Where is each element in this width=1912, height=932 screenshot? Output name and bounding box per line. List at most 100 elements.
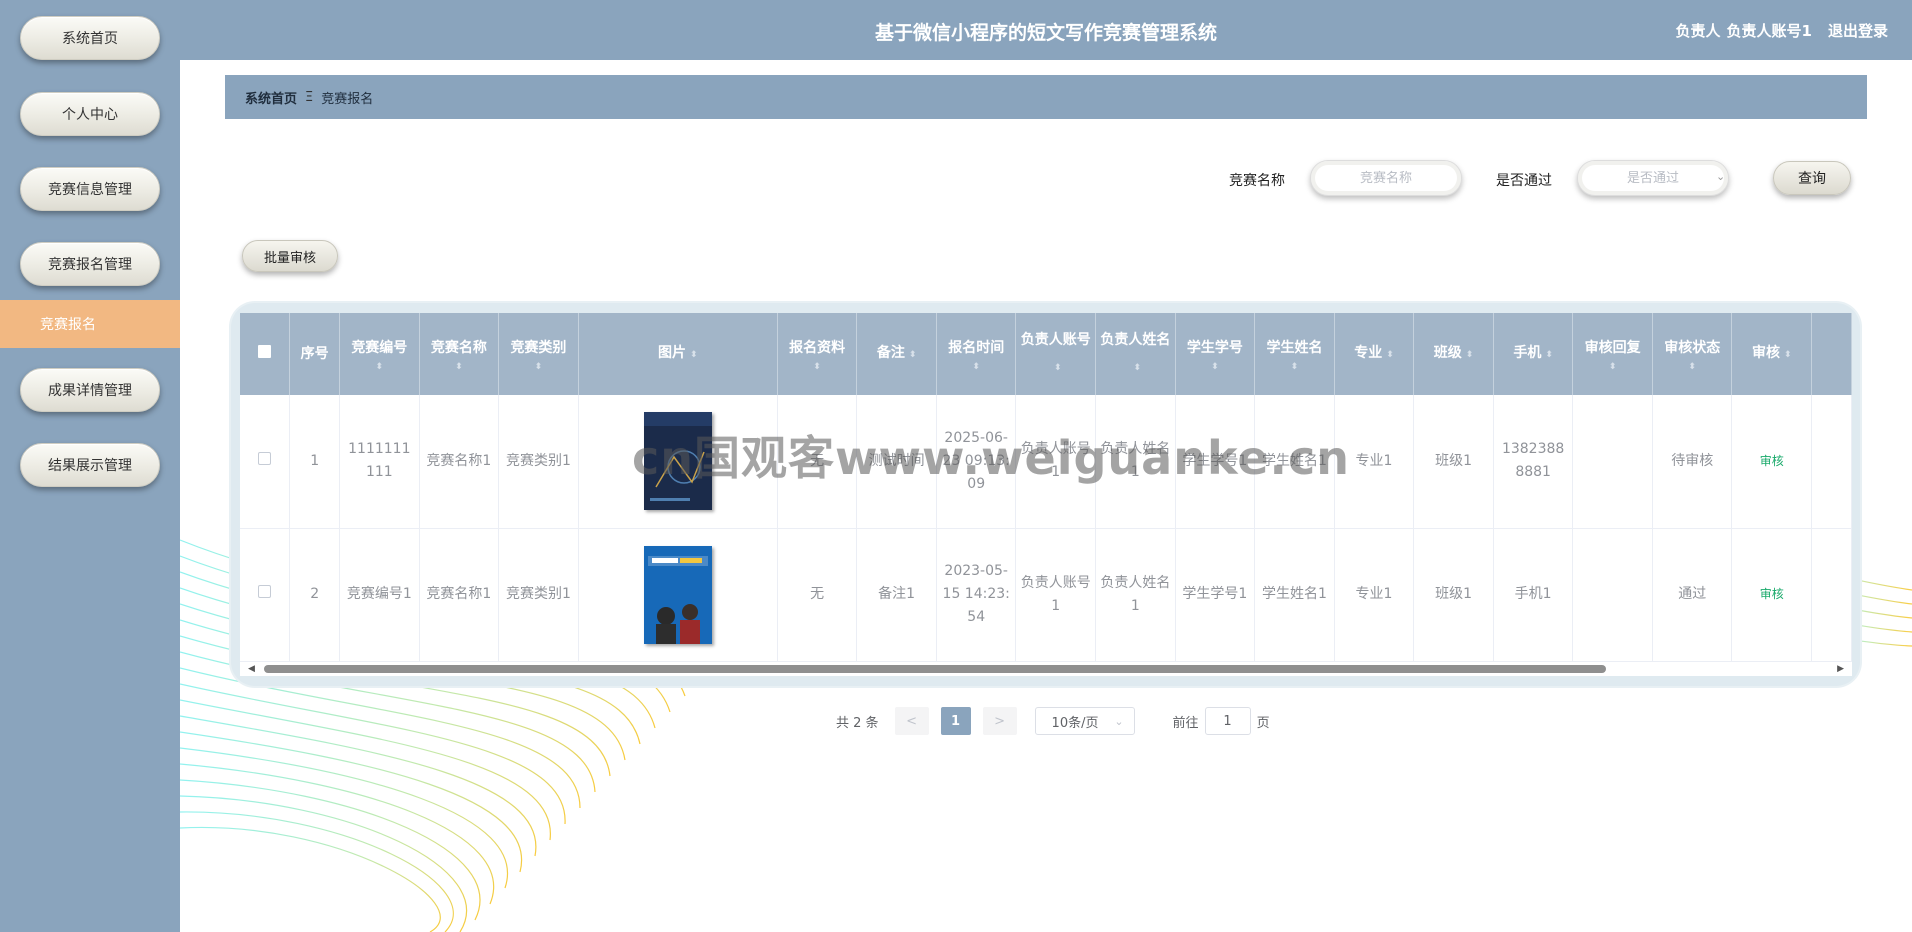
sidebar-item-home[interactable]: 系统首页 [20, 16, 160, 60]
sidebar-item-competition-registration[interactable]: 竞赛报名管理 [20, 242, 160, 286]
cell-audit: 审核 [1731, 395, 1813, 529]
pagination: 共 2 条 < 1 > 10条/页 ⌄ 前往 页 [836, 707, 1270, 735]
goto-page-input[interactable] [1204, 707, 1251, 735]
cell-index: 2 [289, 528, 341, 662]
header-audit[interactable]: 审核 ⬍ [1731, 313, 1813, 395]
header-image[interactable]: 图片 ⬍ [578, 313, 778, 395]
sidebar-item-competition-info[interactable]: 竞赛信息管理 [20, 167, 160, 211]
competition-name-input[interactable] [1310, 160, 1462, 196]
scroll-right-arrow-icon[interactable]: ▶ [1837, 662, 1844, 676]
select-all-checkbox[interactable] [258, 345, 272, 358]
registration-table-container: 序号 竞赛编号 ⬍ 竞赛名称 ⬍ 竞赛类别 ⬍ 图片 ⬍ 报名资料 ⬍ 备注 ⬍ 报名时间 ⬍… [240, 313, 1852, 663]
sort-icon[interactable]: ⬍ [340, 361, 419, 373]
sort-icon[interactable]: ⬍ [1386, 342, 1394, 368]
site-title: 基于微信小程序的短文写作竞赛管理系统 [874, 22, 1217, 44]
cell-major: 专业1 [1334, 528, 1415, 662]
sort-icon[interactable]: ⬍ [1653, 361, 1732, 373]
scrollbar-thumb[interactable] [264, 665, 1606, 673]
cell-student-id: 学生学号1 [1175, 395, 1256, 529]
header-manager-account[interactable]: 负责人账号 ⬍ [1015, 313, 1097, 395]
header-label: 班级 [1433, 345, 1462, 361]
cell-manager-account: 负责人账号1 [1015, 395, 1097, 529]
next-page-button[interactable]: > [982, 707, 1017, 735]
header-competition-category[interactable]: 竞赛类别 ⬍ [498, 313, 579, 395]
sort-icon[interactable]: ⬍ [1134, 355, 1142, 381]
header-student-name[interactable]: 学生姓名 ⬍ [1254, 313, 1335, 395]
sort-icon[interactable]: ⬍ [1545, 342, 1553, 368]
header-phone[interactable]: 手机 ⬍ [1493, 313, 1574, 395]
header-label: 备注 [876, 345, 905, 361]
sort-icon[interactable]: ⬍ [1573, 361, 1652, 373]
scroll-left-arrow-icon[interactable]: ◀ [248, 662, 255, 676]
sort-icon[interactable]: ⬍ [909, 342, 917, 368]
prev-page-button[interactable]: < [894, 707, 929, 735]
page-size-select[interactable]: 10条/页 ⌄ [1034, 707, 1135, 735]
header-competition-name[interactable]: 竞赛名称 ⬍ [419, 313, 500, 395]
pass-status-select[interactable] [1577, 160, 1729, 196]
sort-icon[interactable]: ⬍ [1176, 361, 1255, 373]
sort-icon[interactable]: ⬍ [937, 361, 1016, 373]
header-label: 图片 [657, 345, 686, 361]
cell-competition-name: 竞赛名称1 [419, 395, 500, 529]
header-audit-status[interactable]: 审核状态 ⬍ [1652, 313, 1733, 395]
header-label: 审核回复 [1584, 340, 1641, 356]
batch-audit-button[interactable]: 批量审核 [242, 240, 338, 272]
header-extra [1811, 313, 1852, 395]
breadcrumb-home[interactable]: 系统首页 [245, 88, 297, 107]
logout-button[interactable]: 退出登录 [1828, 20, 1888, 41]
sidebar-item-label: 结果展示管理 [48, 458, 132, 474]
header-registration-time[interactable]: 报名时间 ⬍ [936, 313, 1017, 395]
cell-manager-name: 负责人姓名1 [1095, 395, 1176, 529]
cell-manager-name: 负责人姓名1 [1095, 528, 1176, 662]
sidebar-subitem-registration[interactable]: 竞赛报名 [0, 300, 180, 348]
sidebar-item-label: 个人中心 [62, 107, 118, 123]
sort-icon[interactable]: ⬍ [1466, 342, 1474, 368]
audit-link[interactable]: 审核 [1760, 454, 1784, 468]
cell-audit-reply [1572, 528, 1653, 662]
book-cover-image[interactable] [643, 545, 712, 644]
page-number-button[interactable]: 1 [940, 707, 971, 735]
table-row: 2 竞赛编号1 竞赛名称1 竞赛类别1 无 备注1 2023-05-15 14:… [240, 528, 1852, 662]
sort-icon[interactable]: ⬍ [690, 342, 698, 368]
row-checkbox[interactable] [258, 585, 272, 598]
audit-link[interactable]: 审核 [1760, 587, 1784, 601]
cell-registration-time: 2023-05-15 14:23:54 [936, 528, 1017, 662]
header-class[interactable]: 班级 ⬍ [1413, 313, 1494, 395]
cell-phone: 13823888881 [1493, 395, 1574, 529]
header-registration-material[interactable]: 报名资料 ⬍ [777, 313, 858, 395]
sidebar-item-label: 成果详情管理 [48, 383, 132, 399]
header-student-id[interactable]: 学生学号 ⬍ [1175, 313, 1256, 395]
cell-index: 1 [289, 395, 341, 529]
user-role: 负责人 [1675, 22, 1721, 40]
header-audit-reply[interactable]: 审核回复 ⬍ [1572, 313, 1653, 395]
header-label: 序号 [300, 346, 329, 362]
cell-audit-status: 待审核 [1652, 395, 1733, 529]
sidebar-item-results-display[interactable]: 结果展示管理 [20, 443, 160, 487]
sort-icon[interactable]: ⬍ [1784, 342, 1792, 368]
cell-registration-material: 无 [777, 395, 858, 529]
sort-icon[interactable]: ⬍ [1255, 361, 1334, 373]
sort-icon[interactable]: ⬍ [420, 361, 499, 373]
header-competition-id[interactable]: 竞赛编号 ⬍ [339, 313, 420, 395]
sidebar-item-results-detail[interactable]: 成果详情管理 [20, 368, 160, 412]
cell-extra [1811, 528, 1852, 662]
header-label: 学生学号 [1186, 340, 1243, 356]
cell-audit-status: 通过 [1652, 528, 1733, 662]
sort-icon[interactable]: ⬍ [778, 361, 857, 373]
sidebar-item-personal-center[interactable]: 个人中心 [20, 92, 160, 136]
sort-icon[interactable]: ⬍ [499, 361, 578, 373]
row-checkbox[interactable] [258, 451, 272, 465]
sort-icon[interactable]: ⬍ [1054, 355, 1062, 381]
header-remark[interactable]: 备注 ⬍ [856, 313, 937, 395]
query-button[interactable]: 查询 [1773, 161, 1851, 195]
cell-student-id: 学生学号1 [1175, 528, 1256, 662]
cell-student-name: 学生姓名1 [1254, 528, 1335, 662]
cell-competition-id: 竞赛编号1 [339, 528, 420, 662]
book-cover-image[interactable] [643, 412, 712, 511]
cell-competition-name: 竞赛名称1 [419, 528, 500, 662]
header-major[interactable]: 专业 ⬍ [1334, 313, 1415, 395]
cell-class: 班级1 [1413, 395, 1494, 529]
header-manager-name[interactable]: 负责人姓名 ⬍ [1095, 313, 1176, 395]
header-label: 专业 [1354, 345, 1383, 361]
table-horizontal-scrollbar[interactable]: ◀ ▶ [240, 662, 1852, 676]
